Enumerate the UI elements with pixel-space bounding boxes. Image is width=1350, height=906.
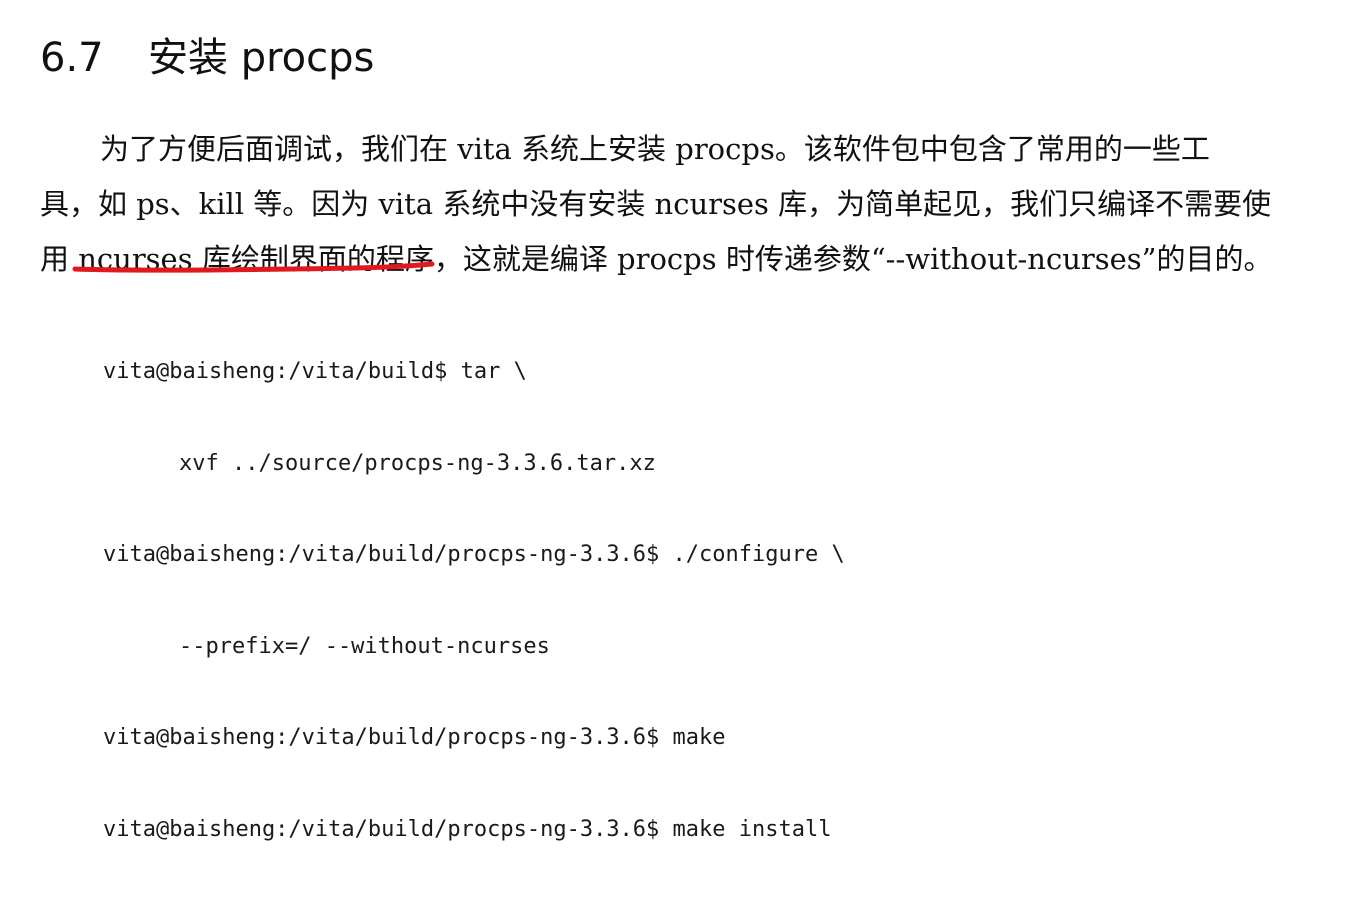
code-line-3: vita@baisheng:/vita/build/procps-ng-3.3.… xyxy=(103,542,845,567)
code-line-2-text: xvf ../source/procps-ng-3.3.6.tar.xz xyxy=(179,450,656,476)
paragraph-line-2: 具，如 ps、kill 等。因为 vita 系统中没有安装 ncurses 库，… xyxy=(40,187,1272,221)
paragraph-line-3-suffix: ，这就是编译 procps 时传递参数“--without-ncurses”的目… xyxy=(433,242,1273,276)
book-page: 6.7 安装 procps 为了方便后面调试，我们在 vita 系统上安装 pro… xyxy=(0,0,1350,842)
code-line-6: vita@baisheng:/vita/build/procps-ng-3.3.… xyxy=(103,816,832,842)
paragraph-line-1: 为了方便后面调试，我们在 vita 系统上安装 procps。该软件包中包含了常… xyxy=(40,122,1320,177)
code-line-5: vita@baisheng:/vita/build/procps-ng-3.3.… xyxy=(103,725,726,750)
red-pen-underline xyxy=(72,261,435,273)
code-line-4-text: --prefix=/ --without-ncurses xyxy=(179,633,550,659)
paragraph-line-1-text: 为了方便后面调试，我们在 vita 系统上安装 procps。该软件包中包含了常… xyxy=(100,132,1210,166)
section-heading: 6.7 安装 procps xyxy=(40,30,374,86)
code-line-1: vita@baisheng:/vita/build$ tar \ xyxy=(103,359,527,384)
code-line-2: xvf ../source/procps-ng-3.3.6.tar.xz xyxy=(103,449,845,480)
section-number: 6.7 xyxy=(40,35,104,81)
code-block: vita@baisheng:/vita/build$ tar \ xvf ../… xyxy=(103,296,845,906)
code-line-4: --prefix=/ --without-ncurses xyxy=(103,632,845,663)
section-title: 安装 procps xyxy=(148,35,375,81)
